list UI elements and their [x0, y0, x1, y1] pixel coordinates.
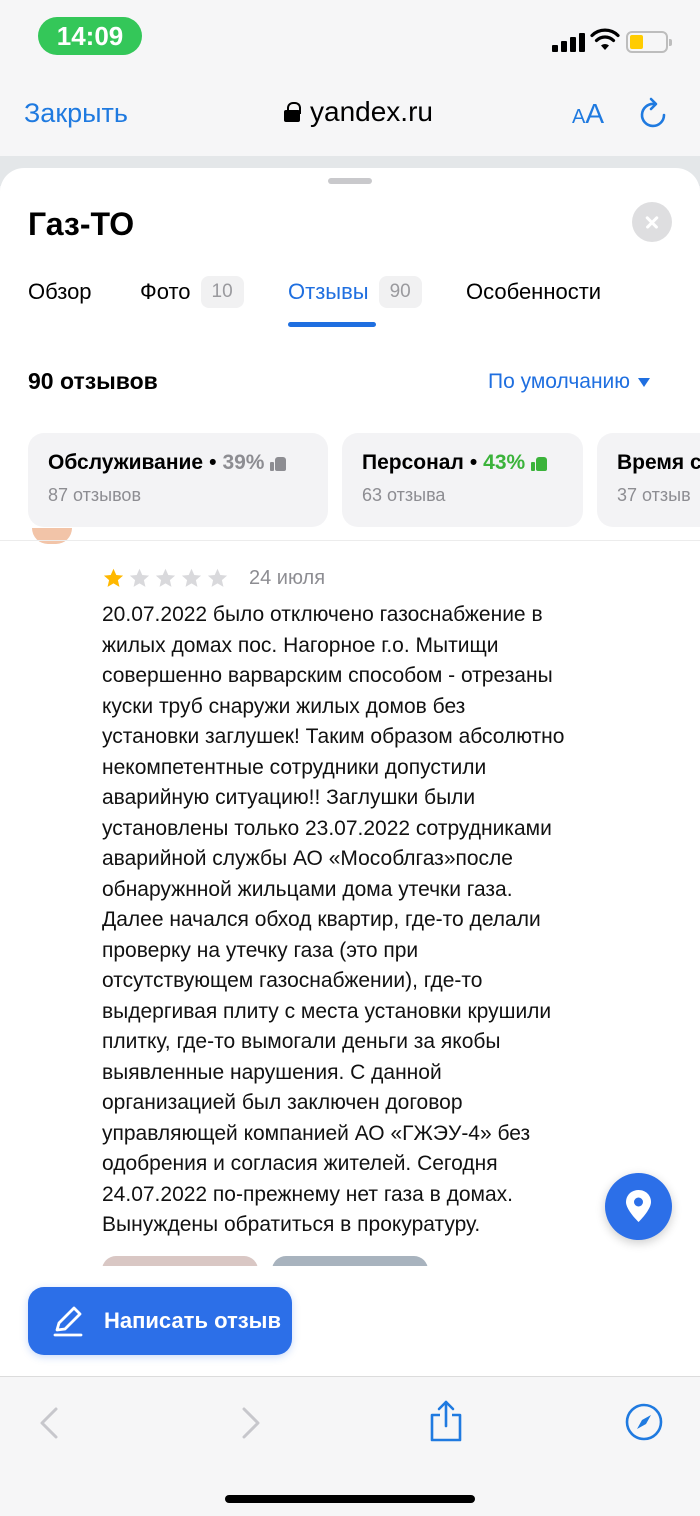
browser-toolbar: [0, 1376, 700, 1516]
tab-photos-count: 10: [200, 276, 244, 308]
tab-reviews[interactable]: Отзывы 90: [288, 274, 422, 310]
browser-header: Закрыть yandex.ru AA: [0, 76, 700, 156]
location-pin-icon[interactable]: [605, 1173, 672, 1240]
close-browser-button[interactable]: Закрыть: [24, 98, 128, 129]
compass-icon[interactable]: [624, 1402, 664, 1442]
sort-dropdown[interactable]: По умолчанию: [488, 370, 651, 394]
tab-overview-label: Обзор: [28, 279, 92, 304]
aspect-count: 37 отзыв: [617, 485, 691, 505]
aspect-count: 63 отзыва: [362, 485, 446, 505]
review-text: 20.07.2022 было отключено газоснабжение …: [102, 603, 565, 1236]
status-bar: 14:09: [0, 0, 700, 76]
aspect-count: 87 отзывов: [48, 485, 142, 505]
reload-icon[interactable]: [638, 96, 670, 132]
place-tabs: Обзор Фото 10 Отзывы 90 Особенности: [28, 274, 700, 327]
sort-label: По умолчанию: [488, 370, 631, 393]
star-empty-icon: [207, 568, 228, 587]
place-title: Газ-ТО: [28, 206, 135, 242]
star-rating: [102, 567, 229, 590]
review-item: 24 июля 20.07.2022 было отключено газосн…: [102, 564, 662, 1241]
place-card: Газ-ТО Обзор Фото 10 Отзывы 90 Особеннос…: [0, 168, 700, 1376]
tab-features-label: Особенности: [466, 279, 602, 304]
aspect-name: Время с: [617, 451, 700, 474]
thumb-up-icon: [531, 455, 548, 471]
reviews-count-heading: 90 отзывов: [28, 368, 158, 394]
address-bar[interactable]: yandex.ru: [284, 96, 433, 128]
tab-overview[interactable]: Обзор: [28, 274, 92, 310]
tab-features[interactable]: Особенности: [466, 274, 601, 310]
thumb-up-icon: [270, 455, 287, 471]
chevron-right-icon[interactable]: [238, 1403, 264, 1443]
chevron-left-icon[interactable]: [36, 1403, 62, 1443]
aspect-name: Персонал: [362, 451, 464, 474]
aspect-filters: Обслуживание • 39% 87 отзывов Персонал •…: [0, 433, 700, 528]
write-review-label: Написать отзыв: [104, 1308, 281, 1333]
star-empty-icon: [129, 568, 150, 587]
tab-reviews-label: Отзывы: [288, 279, 369, 304]
aspect-name: Обслуживание: [48, 451, 204, 474]
aspect-percent: 43%: [483, 451, 526, 474]
aspect-chip-service[interactable]: Обслуживание • 39% 87 отзывов: [28, 433, 328, 527]
cellular-signal-icon: [552, 32, 586, 52]
text-size-large-glyph: A: [585, 98, 605, 129]
tab-reviews-count: 90: [378, 276, 422, 308]
star-filled-icon: [103, 568, 124, 587]
address-text: yandex.ru: [310, 96, 433, 127]
tab-photos[interactable]: Фото 10: [140, 274, 244, 310]
star-empty-icon: [181, 568, 202, 587]
aspect-chip-time[interactable]: Время с 37 отзыв: [597, 433, 700, 527]
sheet-grabber[interactable]: [328, 178, 372, 184]
pencil-icon: [53, 1306, 83, 1337]
avatar[interactable]: [32, 528, 72, 544]
aspect-percent: 39%: [222, 451, 265, 474]
star-empty-icon: [155, 568, 176, 587]
divider: [0, 540, 700, 541]
battery-icon: [626, 31, 672, 53]
lock-icon: [284, 102, 301, 122]
write-review-button[interactable]: Написать отзыв: [28, 1287, 292, 1355]
home-indicator: [225, 1495, 475, 1503]
text-size-button[interactable]: AA: [572, 98, 604, 130]
review-date: 24 июля: [249, 566, 326, 589]
status-time: 14:09: [38, 17, 142, 55]
close-icon[interactable]: [632, 202, 672, 242]
tab-photos-label: Фото: [140, 279, 191, 304]
dropdown-triangle-icon: [638, 377, 651, 387]
aspect-chip-staff[interactable]: Персонал • 43% 63 отзыва: [342, 433, 583, 527]
text-size-small-glyph: A: [572, 106, 586, 128]
wifi-icon: [590, 28, 620, 50]
share-icon[interactable]: [428, 1399, 464, 1443]
active-tab-indicator: [288, 322, 376, 327]
